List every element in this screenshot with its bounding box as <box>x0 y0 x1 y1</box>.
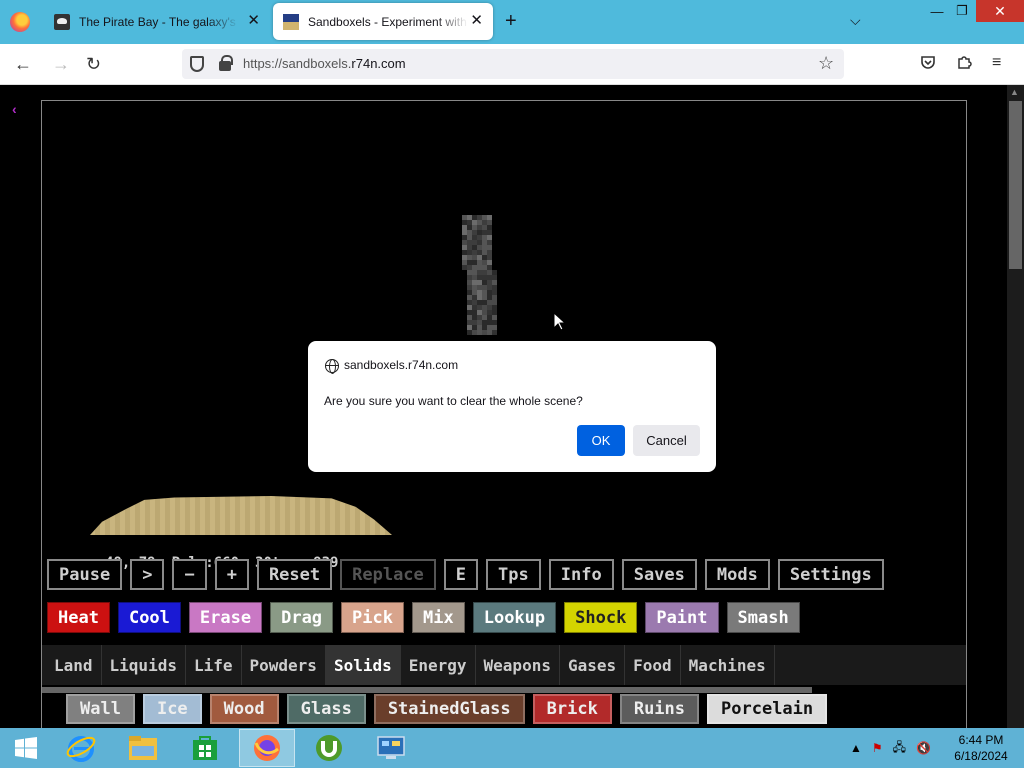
system-tray: ▲ ⚑ 🖧 🔇 <box>850 728 931 768</box>
clock-date: 6/18/2024 <box>954 749 1008 763</box>
store-icon[interactable] <box>177 729 233 767</box>
control-button-tps[interactable]: Tps <box>486 559 541 590</box>
tool-button-cool[interactable]: Cool <box>117 602 181 633</box>
start-button[interactable] <box>4 729 48 767</box>
control-button-row: Pause > − + Reset Replace E Tps Info Saves Mods Set… <box>42 559 966 590</box>
tool-button-mix[interactable]: Mix <box>412 602 465 633</box>
tool-button-row: Heat Cool Erase Drag Pick Mix Lookup Shock Paint… <box>42 602 966 633</box>
close-tab-icon[interactable]: ✕ <box>470 13 483 29</box>
pocket-icon[interactable] <box>920 54 936 75</box>
tool-button-pick[interactable]: Pick <box>341 602 404 633</box>
element-button-ice[interactable]: Ice <box>142 694 202 724</box>
control-button-settings[interactable]: Settings <box>777 559 884 590</box>
control-button-next[interactable]: > <box>130 559 165 590</box>
control-button-saves[interactable]: Saves <box>621 559 697 590</box>
tab-pirate-bay[interactable]: The Pirate Bay - The galaxy's most resil… <box>44 3 270 40</box>
tool-button-lookup[interactable]: Lookup <box>472 602 557 633</box>
new-tab-button[interactable]: + <box>505 11 517 31</box>
internet-explorer-icon[interactable] <box>53 729 109 767</box>
network-icon[interactable]: 🖧 <box>893 738 906 759</box>
category-tab-life[interactable]: Life <box>186 645 242 685</box>
sandboxels-favicon-icon <box>283 13 299 30</box>
category-tab-row: Land Liquids Life Powders Solids Energy Weapon… <box>42 645 966 685</box>
firefox-logo-icon <box>10 12 30 32</box>
element-button-brick[interactable]: Brick <box>532 694 612 724</box>
globe-icon <box>325 359 339 374</box>
windows-taskbar: ▲ ⚑ 🖧 🔇 6:44 PM 6/18/2024 <box>0 728 1024 768</box>
control-button-minus[interactable]: − <box>172 559 207 590</box>
tab-strip: The Pirate Bay - The galaxy's most resil… <box>0 0 1024 44</box>
show-hidden-icons-icon[interactable]: ▲ <box>850 741 862 755</box>
bookmark-star-icon[interactable]: ☆ <box>818 53 834 74</box>
category-tab-liquids[interactable]: Liquids <box>102 645 186 685</box>
clock[interactable]: 6:44 PM 6/18/2024 <box>948 732 1014 764</box>
forward-button[interactable]: → <box>52 54 70 74</box>
maximize-window-button[interactable]: ❐ <box>947 0 977 22</box>
control-button-pause[interactable]: Pause <box>47 559 123 590</box>
lock-icon[interactable] <box>219 55 233 71</box>
cancel-button[interactable]: Cancel <box>633 425 700 456</box>
tool-button-heat[interactable]: Heat <box>47 602 110 633</box>
stone-pixel <box>492 330 497 335</box>
reload-button[interactable]: ↻ <box>86 54 101 74</box>
category-tab-energy[interactable]: Energy <box>401 645 476 685</box>
page-scrollbar-thumb[interactable] <box>1009 101 1022 269</box>
dialog-origin: sandboxels.r74n.com <box>344 358 459 372</box>
tool-button-erase[interactable]: Erase <box>188 602 263 633</box>
ok-button[interactable]: OK <box>577 425 625 456</box>
category-tab-weapons[interactable]: Weapons <box>476 645 560 685</box>
category-tab-powders[interactable]: Powders <box>242 645 326 685</box>
element-button-row: Wall Ice Wood Glass StainedGlass Brick Ruins Po… <box>42 694 966 724</box>
hamburger-menu-icon[interactable]: ≡ <box>992 54 1001 72</box>
clock-time: 6:44 PM <box>958 733 1004 747</box>
control-button-reset[interactable]: Reset <box>256 559 333 590</box>
close-window-button[interactable]: ✕ <box>976 0 1024 22</box>
element-button-stainedglass[interactable]: StainedGlass <box>373 694 525 724</box>
control-button-mods[interactable]: Mods <box>704 559 770 590</box>
navigation-bar: ← → ↻ https://sandboxels.r74n.com ☆ ≡ <box>0 44 1024 85</box>
address-bar[interactable]: https://sandboxels.r74n.com ☆ <box>182 49 844 79</box>
tool-button-drag[interactable]: Drag <box>270 602 334 633</box>
dialog-message: Are you sure you want to clear the whole… <box>324 394 583 408</box>
sand-pile <box>90 496 392 535</box>
category-scrollbar[interactable] <box>42 687 812 693</box>
control-button-replace[interactable]: Replace <box>340 559 436 590</box>
tool-button-paint[interactable]: Paint <box>645 602 719 633</box>
utorrent-icon[interactable] <box>301 729 357 767</box>
tab-title: Sandboxels - Experiment with Pixel Art <box>308 14 468 29</box>
list-all-tabs-icon[interactable]: ⌵ <box>850 12 861 29</box>
control-button-plus[interactable]: + <box>214 559 249 590</box>
pirate-bay-favicon-icon <box>54 13 70 30</box>
element-button-glass[interactable]: Glass <box>286 694 366 724</box>
category-tab-gases[interactable]: Gases <box>560 645 626 685</box>
volume-muted-icon[interactable]: 🔇 <box>916 741 931 755</box>
element-button-porcelain[interactable]: Porcelain <box>707 694 828 724</box>
tracking-protection-shield-icon[interactable] <box>190 56 204 72</box>
file-explorer-icon[interactable] <box>115 729 171 767</box>
element-button-wall[interactable]: Wall <box>66 694 135 724</box>
category-tab-solids[interactable]: Solids <box>325 645 401 685</box>
scroll-up-arrow-icon[interactable]: ▲ <box>1010 87 1019 97</box>
back-arrow-icon[interactable]: ‹ <box>12 101 17 117</box>
tab-sandboxels[interactable]: Sandboxels - Experiment with Pixel Art ✕ <box>273 3 493 40</box>
control-panel-icon[interactable] <box>363 729 419 767</box>
element-button-ruins[interactable]: Ruins <box>619 694 700 724</box>
category-tab-land[interactable]: Land <box>46 645 102 685</box>
category-tab-machines[interactable]: Machines <box>681 645 775 685</box>
element-button-wood[interactable]: Wood <box>209 694 279 724</box>
tool-button-smash[interactable]: Smash <box>726 602 800 633</box>
tool-button-shock[interactable]: Shock <box>564 602 638 633</box>
control-button-info[interactable]: Info <box>548 559 614 590</box>
back-button[interactable]: ← <box>14 54 32 74</box>
url-text[interactable]: https://sandboxels.r74n.com <box>243 56 406 71</box>
control-button-e[interactable]: E <box>443 559 479 590</box>
category-tab-food[interactable]: Food <box>625 645 681 685</box>
action-center-flag-icon[interactable]: ⚑ <box>872 741 883 755</box>
extensions-puzzle-icon[interactable] <box>956 54 972 75</box>
close-tab-icon[interactable]: ✕ <box>247 13 260 29</box>
confirm-dialog: sandboxels.r74n.com Are you sure you wan… <box>308 341 716 472</box>
tab-title: The Pirate Bay - The galaxy's most resil… <box>79 14 239 29</box>
firefox-taskbar-icon[interactable] <box>239 729 295 767</box>
